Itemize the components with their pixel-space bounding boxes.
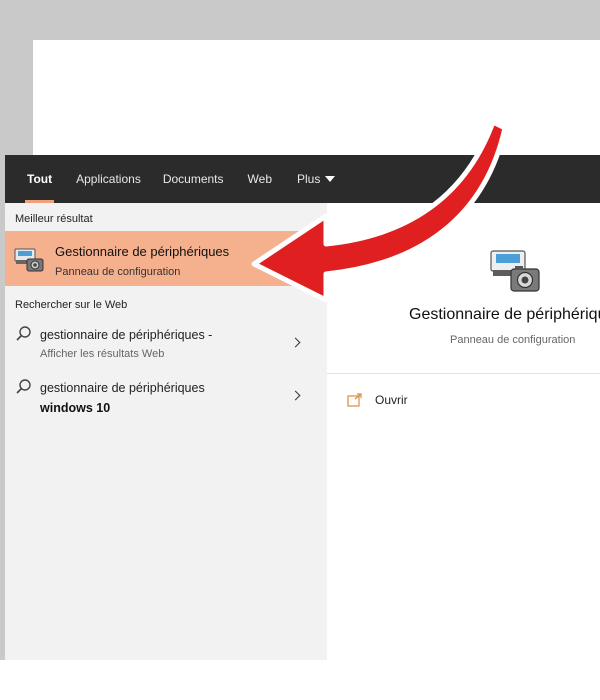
open-icon <box>347 393 362 407</box>
background-window <box>33 40 600 160</box>
device-manager-icon <box>14 248 44 272</box>
tab-more[interactable]: Plus <box>297 155 336 203</box>
best-result-item[interactable]: Gestionnaire de périphériques Panneau de… <box>5 231 327 286</box>
chevron-right-icon[interactable] <box>290 337 301 348</box>
search-icon <box>16 326 31 341</box>
caret-down-icon <box>325 176 336 182</box>
tab-all[interactable]: Tout <box>24 155 55 203</box>
best-result-title: Gestionnaire de périphériques <box>55 244 230 259</box>
search-icon <box>16 379 31 394</box>
best-result-subtitle: Panneau de configuration <box>55 266 181 278</box>
web-result-query: gestionnaire de périphériques - <box>40 328 213 342</box>
open-label: Ouvrir <box>375 393 408 407</box>
search-filter-bar: Tout Applications Documents Web Plus <box>5 155 600 203</box>
best-result-heading: Meilleur résultat <box>15 213 93 225</box>
web-result-query-continued: windows 10 <box>40 401 111 415</box>
web-result-query: gestionnaire de périphériques <box>40 381 205 395</box>
tab-documents[interactable]: Documents <box>163 155 224 203</box>
device-manager-icon <box>490 250 540 292</box>
detail-subtitle: Panneau de configuration <box>450 334 576 346</box>
detail-panel: Gestionnaire de périphériques Panneau de… <box>327 203 600 660</box>
open-action[interactable]: Ouvrir <box>347 393 408 407</box>
detail-title: Gestionnaire de périphériques <box>409 306 600 323</box>
web-result-item[interactable]: gestionnaire de périphériques - Afficher… <box>5 322 327 366</box>
tab-more-label: Plus <box>297 172 321 186</box>
web-result-item[interactable]: gestionnaire de périphériques windows 10 <box>5 375 327 419</box>
tab-web[interactable]: Web <box>248 155 272 203</box>
tab-applications[interactable]: Applications <box>76 155 141 203</box>
divider <box>327 373 600 374</box>
chevron-right-icon[interactable] <box>290 390 301 401</box>
web-result-hint: Afficher les résultats Web <box>40 348 165 360</box>
web-search-heading: Rechercher sur le Web <box>15 299 128 311</box>
results-panel: Meilleur résultat Gestionnaire de périph… <box>5 203 327 660</box>
